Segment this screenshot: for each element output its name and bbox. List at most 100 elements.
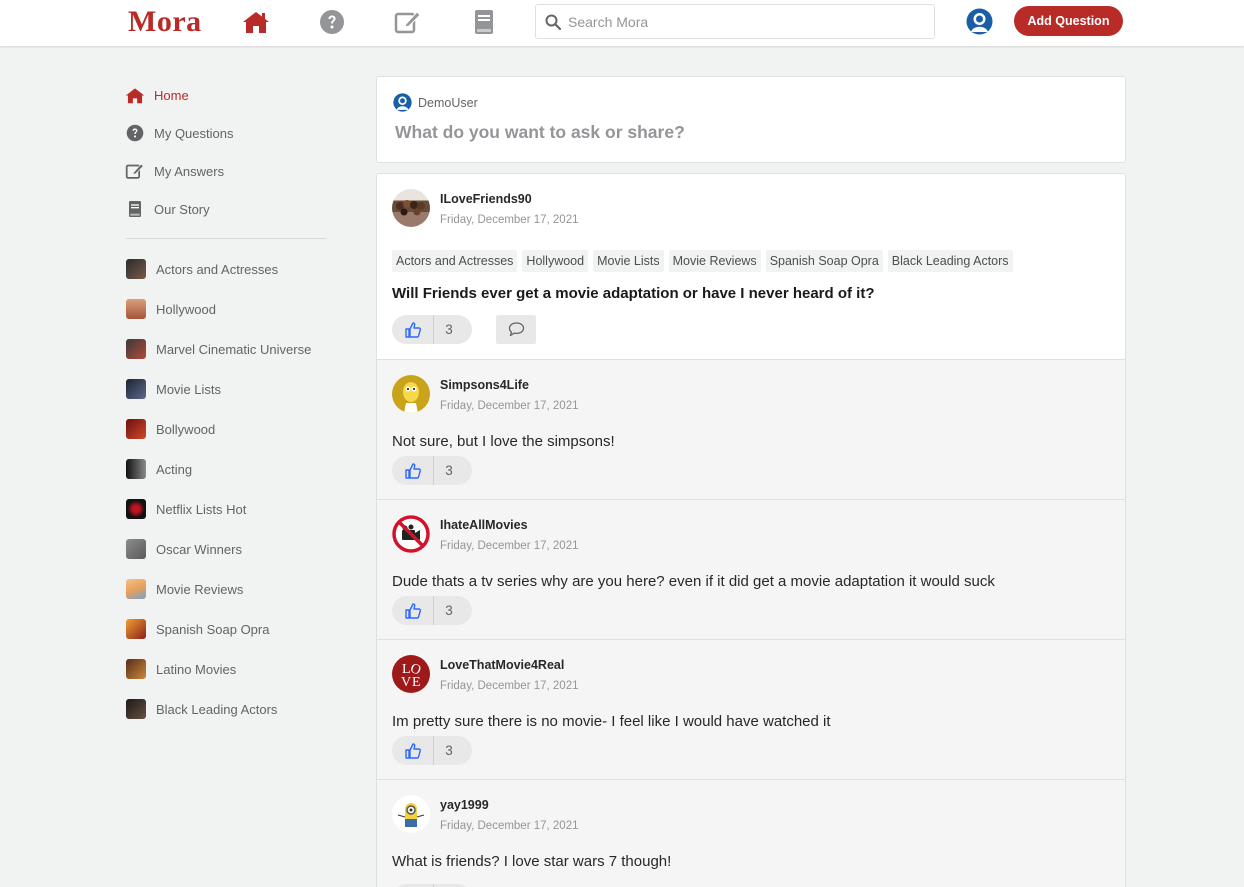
answer-author[interactable]: LoveThatMovie4Real xyxy=(440,658,564,672)
space-item-actors-and-actresses[interactable]: Actors and Actresses xyxy=(124,249,329,289)
answer-card: IhateAllMovies Friday, December 17, 2021… xyxy=(377,500,1125,640)
upvote-count: 3 xyxy=(445,743,453,758)
edit-icon xyxy=(124,161,146,181)
love-logo-icon: LOV E xyxy=(401,661,423,690)
question-circle-icon[interactable] xyxy=(318,8,346,36)
question-circle-icon xyxy=(124,123,146,143)
answer-author[interactable]: Simpsons4Life xyxy=(440,378,529,392)
space-item-spanish-soap-opra[interactable]: Spanish Soap Opra xyxy=(124,609,329,649)
space-item-black-leading-actors[interactable]: Black Leading Actors xyxy=(124,689,329,729)
space-thumbnail xyxy=(126,579,146,599)
answer-card: Simpsons4Life Friday, December 17, 2021 … xyxy=(377,360,1125,500)
upvote-button[interactable] xyxy=(392,736,434,765)
book-icon[interactable] xyxy=(470,8,498,36)
search-input[interactable] xyxy=(568,5,928,38)
no-camera-icon xyxy=(392,515,430,553)
space-label: Acting xyxy=(156,461,193,477)
space-item-bollywood[interactable]: Bollywood xyxy=(124,409,329,449)
user-avatar[interactable] xyxy=(966,8,993,35)
sidebar-item-label: Our Story xyxy=(154,201,210,217)
svg-text:V: V xyxy=(401,675,411,690)
tag[interactable]: Spanish Soap Opra xyxy=(765,250,883,272)
question-title[interactable]: Will Friends ever get a movie adaptation… xyxy=(392,285,875,302)
question-card: ILoveFriends90 Friday, December 17, 2021… xyxy=(377,174,1125,360)
sidebar-item-my-answers[interactable]: My Answers xyxy=(124,152,329,190)
tag[interactable]: Hollywood xyxy=(522,250,589,272)
sidebar-item-our-story[interactable]: Our Story xyxy=(124,190,329,228)
search-box[interactable] xyxy=(535,4,935,39)
svg-text:E: E xyxy=(412,675,421,690)
upvote-count: 3 xyxy=(445,603,453,618)
sidebar-item-my-questions[interactable]: My Questions xyxy=(124,114,329,152)
answer-text: Dude thats a tv series why are you here?… xyxy=(392,573,995,590)
upvote-control: 3 xyxy=(392,736,472,765)
answer-date: Friday, December 17, 2021 xyxy=(440,680,579,692)
space-item-marvel-cinematic-universe[interactable]: Marvel Cinematic Universe xyxy=(124,329,329,369)
thumbs-up-icon xyxy=(404,742,421,759)
answer-card: LOVE LoveThatMovie4Real Friday, December… xyxy=(377,640,1125,780)
question-tags: Actors and Actresses Hollywood Movie Lis… xyxy=(392,250,1013,272)
edit-icon[interactable] xyxy=(394,8,422,36)
tag[interactable]: Black Leading Actors xyxy=(887,250,1013,272)
space-thumbnail xyxy=(126,299,146,319)
space-item-oscar-winners[interactable]: Oscar Winners xyxy=(124,529,329,569)
space-label: Hollywood xyxy=(156,301,216,317)
space-thumbnail xyxy=(126,339,146,359)
ask-prompt[interactable]: What do you want to ask or share? xyxy=(395,122,685,143)
avatar[interactable] xyxy=(392,189,430,227)
space-label: Bollywood xyxy=(156,421,216,437)
tag[interactable]: Movie Reviews xyxy=(668,250,761,272)
space-label: Oscar Winners xyxy=(156,541,242,557)
top-navbar: Mora Add Question xyxy=(0,0,1244,46)
upvote-control: 3 xyxy=(392,456,472,485)
upvote-button[interactable] xyxy=(392,596,434,625)
tag[interactable]: Movie Lists xyxy=(593,250,664,272)
comment-icon xyxy=(508,322,524,337)
space-item-hollywood[interactable]: Hollywood xyxy=(124,289,329,329)
upvote-control: 3 xyxy=(392,596,472,625)
space-item-acting[interactable]: Acting xyxy=(124,449,329,489)
book-icon xyxy=(124,199,146,219)
upvote-control: 3 xyxy=(392,315,472,344)
answer-date: Friday, December 17, 2021 xyxy=(440,540,579,552)
space-thumbnail xyxy=(126,499,146,519)
answer-date: Friday, December 17, 2021 xyxy=(440,400,579,412)
thumbs-up-icon xyxy=(404,462,421,479)
avatar[interactable] xyxy=(392,375,430,413)
space-label: Movie Lists xyxy=(156,381,222,397)
ask-question-box[interactable]: DemoUser What do you want to ask or shar… xyxy=(376,76,1126,163)
answer-date: Friday, December 17, 2021 xyxy=(440,820,579,832)
avatar[interactable] xyxy=(392,795,430,833)
spaces-list: Actors and Actresses Hollywood Marvel Ci… xyxy=(124,249,329,729)
ask-username: DemoUser xyxy=(418,95,478,110)
space-thumbnail xyxy=(126,259,146,279)
upvote-button[interactable] xyxy=(392,315,434,344)
space-thumbnail xyxy=(126,459,146,479)
space-item-netflix-lists-hot[interactable]: Netflix Lists Hot xyxy=(124,489,329,529)
space-item-latino-movies[interactable]: Latino Movies xyxy=(124,649,329,689)
space-label: Netflix Lists Hot xyxy=(156,501,247,517)
home-icon[interactable] xyxy=(242,8,270,36)
space-item-movie-lists[interactable]: Movie Lists xyxy=(124,369,329,409)
answer-author[interactable]: yay1999 xyxy=(440,798,489,812)
answer-author[interactable]: IhateAllMovies xyxy=(440,518,528,532)
tag[interactable]: Actors and Actresses xyxy=(392,250,518,272)
comment-button[interactable] xyxy=(496,315,536,344)
user-avatar xyxy=(393,93,412,112)
sidebar-item-home[interactable]: Home xyxy=(124,76,329,114)
space-item-movie-reviews[interactable]: Movie Reviews xyxy=(124,569,329,609)
avatar[interactable]: LOVE xyxy=(392,655,430,693)
space-label: Movie Reviews xyxy=(156,581,244,597)
sidebar-item-label: My Questions xyxy=(154,125,234,141)
ask-user: DemoUser xyxy=(393,93,478,112)
question-author[interactable]: ILoveFriends90 xyxy=(440,192,532,206)
add-question-button[interactable]: Add Question xyxy=(1014,6,1123,36)
sidebar: Home My Questions My Answers Our Story A… xyxy=(124,76,329,729)
sidebar-item-label: My Answers xyxy=(154,163,225,179)
space-label: Black Leading Actors xyxy=(156,701,278,717)
upvote-count: 3 xyxy=(445,463,453,478)
avatar[interactable] xyxy=(392,515,430,553)
space-label: Marvel Cinematic Universe xyxy=(156,341,312,357)
logo[interactable]: Mora xyxy=(128,5,202,39)
upvote-button[interactable] xyxy=(392,456,434,485)
